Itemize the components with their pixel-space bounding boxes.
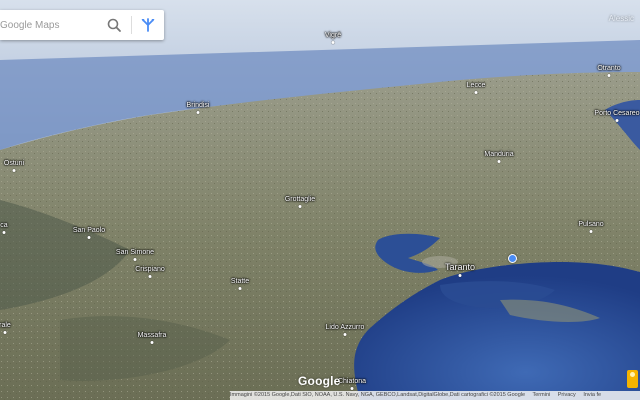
place-label[interactable]: Pulsano — [578, 221, 603, 228]
place-label[interactable]: Manduria — [484, 151, 513, 158]
place-label[interactable]: Ostuni — [4, 160, 24, 167]
pegman-icon — [630, 372, 635, 377]
terms-link[interactable]: Termini — [533, 392, 551, 398]
place-label[interactable]: rale — [0, 322, 11, 329]
privacy-link[interactable]: Privacy — [558, 392, 576, 398]
place-dot — [148, 275, 152, 278]
place-label[interactable]: Brindisi — [187, 102, 210, 109]
place-dot — [615, 119, 619, 122]
place-label[interactable]: Otranto — [597, 65, 620, 72]
place-dot — [607, 74, 611, 77]
place-label[interactable]: Statte — [231, 278, 249, 285]
place-label[interactable]: Taranto — [445, 262, 475, 272]
search-icon — [107, 18, 121, 32]
place-dot — [3, 331, 7, 334]
place-dot — [474, 91, 478, 94]
place-label[interactable]: Vigrē — [325, 32, 341, 39]
place-label[interactable]: Grottaglie — [285, 196, 315, 203]
search-divider — [131, 16, 132, 34]
place-dot — [133, 258, 137, 261]
place-label[interactable]: Chiatona — [338, 378, 366, 385]
my-location-marker[interactable] — [508, 254, 517, 263]
directions-icon — [141, 18, 155, 32]
user-name[interactable]: Alessic — [609, 14, 634, 23]
place-dot — [196, 111, 200, 114]
place-dot — [343, 333, 347, 336]
place-dot — [589, 230, 593, 233]
place-dot — [87, 236, 91, 239]
place-label[interactable]: Massafra — [138, 332, 167, 339]
search-box — [0, 10, 164, 40]
place-label[interactable]: Lecce — [467, 82, 486, 89]
attribution-text: Immagini ©2015 Google,Dati SIO, NOAA, U.… — [230, 392, 526, 398]
place-label[interactable]: ca — [0, 222, 7, 229]
place-dot — [150, 341, 154, 344]
place-dot — [12, 169, 16, 172]
place-dot — [238, 287, 242, 290]
place-dot — [458, 274, 462, 277]
place-label[interactable]: Lido Azzurro — [326, 324, 365, 331]
place-label[interactable]: Porto Cesareo — [594, 110, 639, 117]
place-label[interactable]: Crispiano — [135, 266, 165, 273]
place-dot — [298, 205, 302, 208]
directions-button[interactable] — [138, 16, 158, 34]
place-dot — [350, 387, 354, 390]
map-footer: Immagini ©2015 Google,Dati SIO, NOAA, U.… — [230, 391, 640, 400]
search-button[interactable] — [104, 16, 124, 34]
place-label[interactable]: San Simone — [116, 249, 154, 256]
place-label[interactable]: San Paolo — [73, 227, 105, 234]
feedback-link[interactable]: Invia fe — [583, 392, 601, 398]
search-input[interactable] — [0, 10, 100, 40]
place-dot — [497, 160, 501, 163]
place-dot — [2, 231, 6, 234]
map-canvas[interactable]: Vigrē Otranto Lecce Brindisi Porto Cesareo Os… — [0, 0, 640, 400]
pegman-button[interactable] — [627, 370, 638, 388]
place-dot — [331, 41, 335, 44]
google-logo: Google — [298, 374, 341, 388]
satellite-imagery — [0, 0, 640, 400]
